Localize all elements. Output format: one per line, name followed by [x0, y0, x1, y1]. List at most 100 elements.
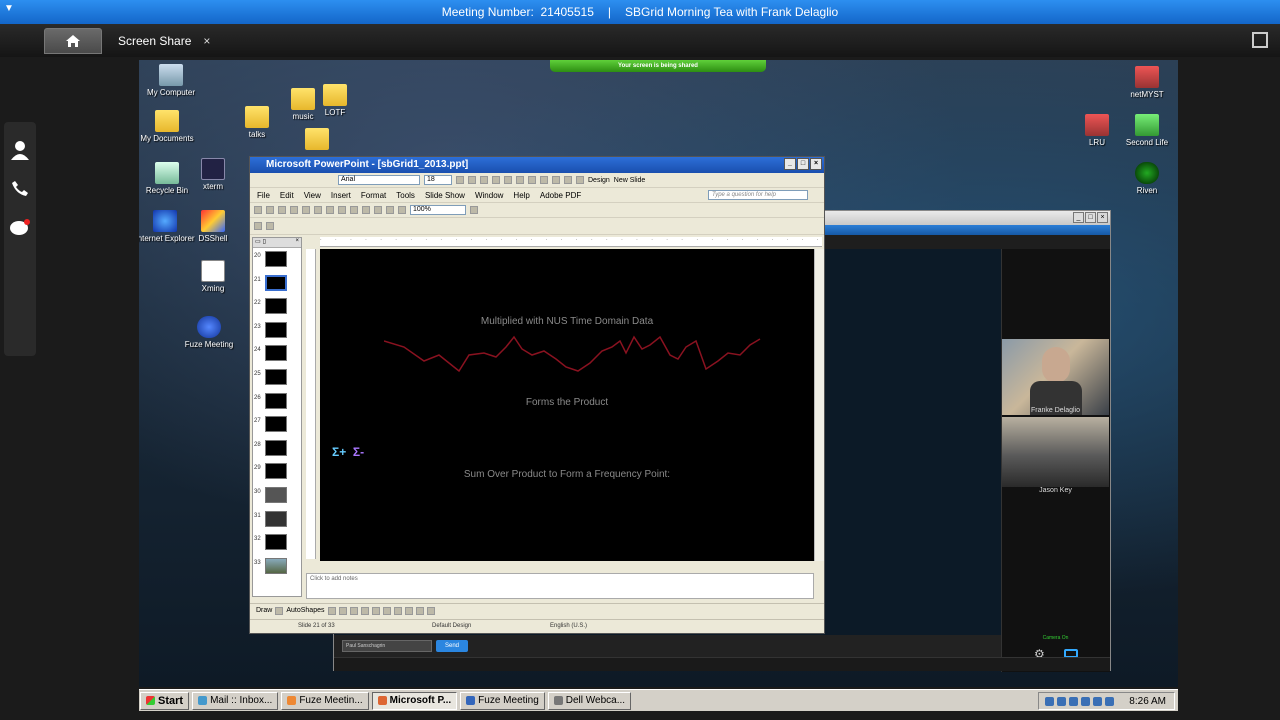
outline-tab[interactable]: ▭ [255, 238, 261, 247]
clock[interactable]: 8:26 AM [1129, 696, 1166, 707]
underline-icon[interactable] [480, 176, 488, 184]
align-right-icon[interactable] [528, 176, 536, 184]
menu-arrow-icon[interactable]: ▼ [4, 3, 14, 14]
slide-thumbnail[interactable]: 22 [253, 295, 301, 319]
start-button[interactable]: Start [140, 691, 190, 710]
desktop-icon-fuze-meeting[interactable]: Fuze Meeting [177, 316, 241, 350]
slide-thumbnail[interactable]: 24 [253, 342, 301, 366]
arrow-icon[interactable] [338, 606, 347, 615]
slide-thumbnail[interactable]: 26 [253, 390, 301, 414]
outline-icon[interactable] [266, 222, 274, 230]
desktop-icon-xming[interactable]: Xming [181, 260, 245, 294]
desktop-icon-second-life[interactable]: Second Life [1115, 114, 1178, 148]
taskbar-item-fuze-meetin[interactable]: Fuze Meetin... [281, 691, 369, 710]
desktop-icon-netmyst[interactable]: netMYST [1115, 66, 1178, 100]
fullscreen-icon[interactable] [1252, 32, 1268, 48]
taskbar-item-dell-webcam[interactable]: Dell Webca... [547, 691, 632, 710]
rectangle-icon[interactable] [349, 606, 358, 615]
clipart-icon[interactable] [393, 606, 402, 615]
menu-slide-show[interactable]: Slide Show [422, 191, 468, 200]
slide-text-line1[interactable]: Multiplied with NUS Time Domain Data [320, 316, 814, 327]
sigma-symbols[interactable]: Σ+ Σ- [332, 445, 364, 459]
spelling-icon[interactable] [302, 206, 310, 214]
chat-icon[interactable] [8, 216, 32, 240]
desktop-icon-my-computer[interactable]: My Computer [139, 64, 203, 98]
participant-icon[interactable] [8, 138, 32, 162]
desktop-icon-folder[interactable] [285, 128, 349, 152]
help-question-input[interactable]: Type a question for help [708, 190, 808, 200]
tray-icon[interactable] [1069, 697, 1079, 706]
font-color-icon[interactable] [426, 606, 435, 615]
close-window-icon[interactable]: × [810, 158, 822, 170]
menu-insert[interactable]: Insert [328, 191, 354, 200]
tab-screen-share[interactable]: Screen Share × [104, 28, 222, 54]
paste-icon[interactable] [338, 206, 346, 214]
wordart-icon[interactable] [382, 606, 391, 615]
chat-recipient-select[interactable]: Paul Sanschagrin [342, 640, 432, 652]
font-color-icon[interactable] [576, 176, 584, 184]
menu-adobe-pdf[interactable]: Adobe PDF [537, 191, 584, 200]
undo-icon[interactable] [350, 206, 358, 214]
select-pointer-icon[interactable] [275, 606, 284, 615]
taskbar-item-powerpoint[interactable]: Microsoft P... [371, 691, 458, 710]
desktop-icon-my-documents[interactable]: My Documents [139, 110, 199, 144]
tray-icon[interactable] [1105, 697, 1115, 706]
slide-thumbnail[interactable]: 33 [253, 555, 301, 579]
menu-edit[interactable]: Edit [277, 191, 297, 200]
menu-window[interactable]: Window [472, 191, 506, 200]
copy-icon[interactable] [326, 206, 334, 214]
slide-thumbnail-selected[interactable]: 21 [253, 272, 301, 296]
send-button[interactable]: Send [436, 640, 468, 652]
slide-thumbnail[interactable]: 28 [253, 437, 301, 461]
redo-icon[interactable] [362, 206, 370, 214]
open-icon[interactable] [266, 206, 274, 214]
home-tab[interactable] [44, 28, 102, 54]
chart-icon[interactable] [374, 206, 382, 214]
font-grow-icon[interactable] [564, 176, 572, 184]
slide-thumbnail[interactable]: 23 [253, 319, 301, 343]
notes-pane[interactable]: Click to add notes [306, 573, 814, 599]
shadow-icon[interactable] [492, 176, 500, 184]
draw-menu[interactable]: Draw [256, 607, 272, 614]
desktop-icon-xterm[interactable]: xterm [181, 158, 245, 192]
italic-icon[interactable] [468, 176, 476, 184]
zoom-select[interactable]: 100% [410, 205, 466, 215]
align-center-icon[interactable] [516, 176, 524, 184]
close-icon[interactable]: × [203, 34, 210, 48]
menu-format[interactable]: Format [358, 191, 389, 200]
slide-thumbnail[interactable]: 20 [253, 248, 301, 272]
tray-icon[interactable] [1045, 697, 1055, 706]
bullets-icon[interactable] [552, 176, 560, 184]
line-color-icon[interactable] [415, 606, 424, 615]
network-icon[interactable] [1093, 697, 1103, 706]
save-icon[interactable] [278, 206, 286, 214]
maximize-icon[interactable]: □ [797, 158, 809, 170]
minimize-icon[interactable]: _ [1073, 212, 1084, 223]
bold-icon[interactable] [456, 176, 464, 184]
grid-icon[interactable] [398, 206, 406, 214]
new-slide-button[interactable]: New Slide [614, 177, 646, 184]
fill-color-icon[interactable] [404, 606, 413, 615]
menu-tools[interactable]: Tools [393, 191, 418, 200]
taskbar-item-mail[interactable]: Mail :: Inbox... [192, 691, 279, 710]
design-button[interactable]: Design [588, 177, 610, 184]
font-size-box[interactable]: 18 [424, 175, 452, 185]
line-icon[interactable] [327, 606, 336, 615]
numbering-icon[interactable] [540, 176, 548, 184]
print-icon[interactable] [290, 206, 298, 214]
slides-tab[interactable]: ▯ [263, 238, 266, 247]
autoshapes-menu[interactable]: AutoShapes [286, 607, 324, 614]
outline-icon[interactable] [254, 222, 262, 230]
close-window-icon[interactable]: × [1097, 212, 1108, 223]
slide-text-line3[interactable]: Sum Over Product to Form a Frequency Poi… [320, 469, 814, 480]
volume-icon[interactable] [1081, 697, 1091, 706]
align-left-icon[interactable] [504, 176, 512, 184]
desktop-icon-dsshell[interactable]: DSShell [181, 210, 245, 244]
tray-icon[interactable] [1057, 697, 1067, 706]
menu-help[interactable]: Help [510, 191, 532, 200]
slide-thumbnail[interactable]: 29 [253, 460, 301, 484]
slide-thumbnail[interactable]: 27 [253, 413, 301, 437]
desktop-icon-riven[interactable]: Riven [1115, 162, 1178, 196]
textbox-icon[interactable] [371, 606, 380, 615]
oval-icon[interactable] [360, 606, 369, 615]
